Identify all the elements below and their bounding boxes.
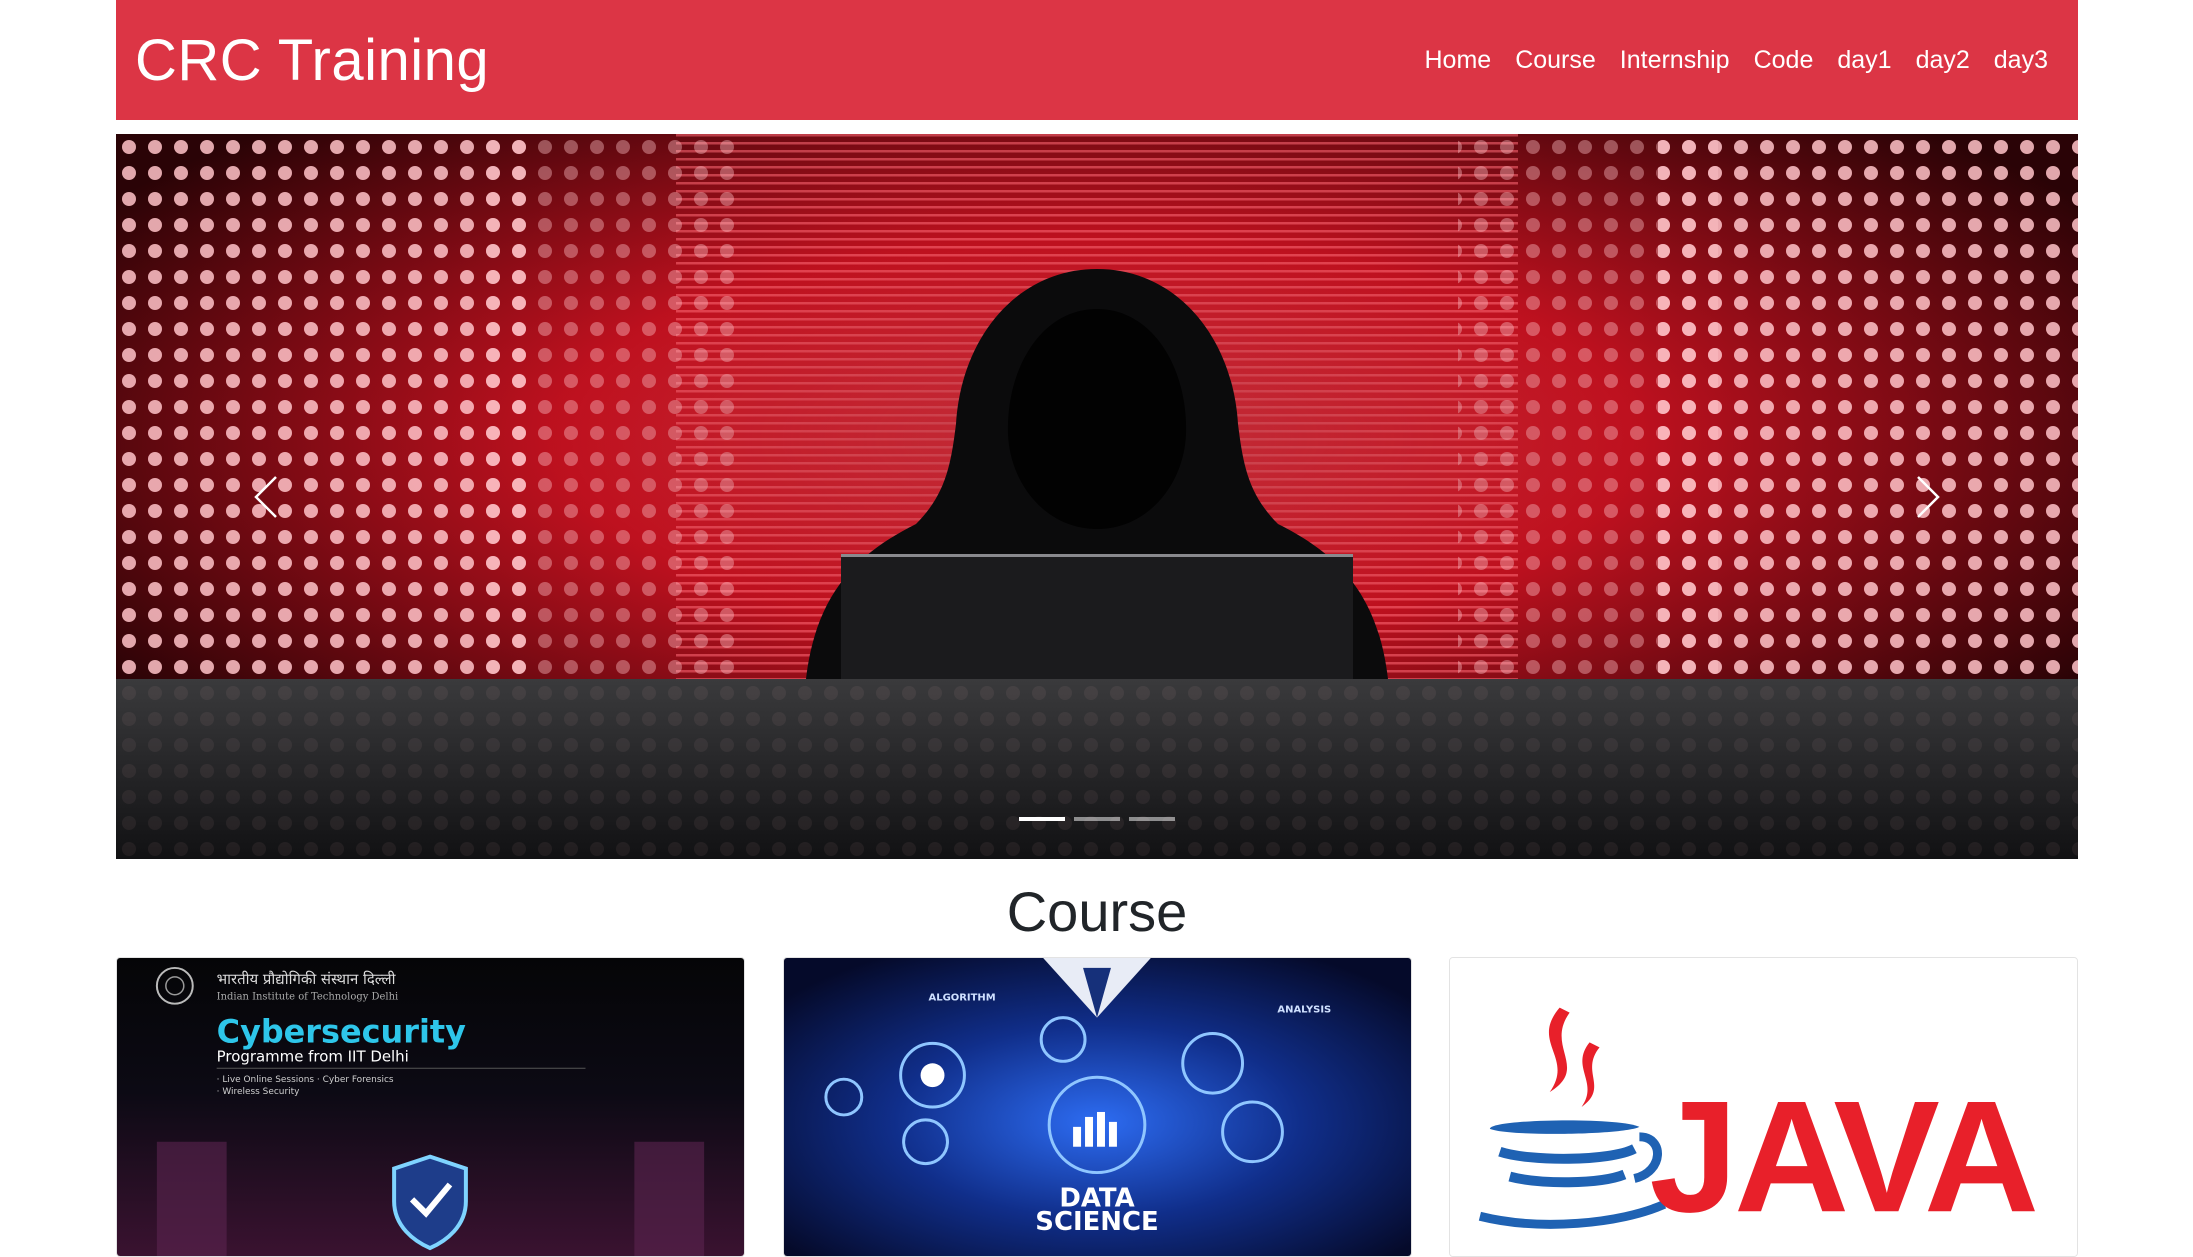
data-science-image: ALGORITHM ANALYSIS DATA SCIENCE	[783, 958, 1411, 1256]
chevron-left-icon	[254, 475, 277, 518]
java-title-text: JAVA	[1649, 1068, 2035, 1246]
navbar: CRC Training Home Course Internship Code…	[116, 0, 2078, 120]
java-image: JAVA	[1450, 958, 2077, 1256]
carousel-indicators	[116, 817, 2078, 821]
cybersecurity-subtitle-text: Programme from IIT Delhi	[217, 1047, 409, 1065]
carousel-indicator-3[interactable]	[1129, 817, 1175, 821]
carousel-indicator-1[interactable]	[1019, 817, 1065, 821]
course-heading: Course	[1006, 880, 1188, 943]
hacker-hero-image	[116, 134, 2078, 859]
course-card-data-science[interactable]: ALGORITHM ANALYSIS DATA SCIENCE	[782, 957, 1412, 1257]
nav-link-home[interactable]: Home	[1425, 46, 1492, 75]
data-science-title-2: SCIENCE	[1035, 1207, 1158, 1237]
nav-link-day2[interactable]: day2	[1916, 46, 1970, 75]
hero-carousel	[116, 134, 2078, 859]
carousel-indicator-2[interactable]	[1074, 817, 1120, 821]
nav-link-course[interactable]: Course	[1515, 46, 1596, 75]
nav-link-day3[interactable]: day3	[1994, 46, 2048, 75]
cybersecurity-bullet-1: · Live Online Sessions · Cyber Forensics	[217, 1075, 394, 1085]
chevron-right-icon	[1917, 475, 1940, 518]
institute-hindi-text: भारतीय प्रौद्योगिकी संस्थान दिल्ली	[217, 970, 397, 988]
nav-link-code[interactable]: Code	[1754, 46, 1814, 75]
carousel-next-button[interactable]	[1823, 134, 2033, 859]
cybersecurity-title-text: Cybersecurity	[217, 1012, 466, 1050]
course-cards: भारतीय प्रौद्योगिकी संस्थान दिल्ली India…	[116, 957, 2078, 1257]
cybersecurity-image: भारतीय प्रौद्योगिकी संस्थान दिल्ली India…	[117, 958, 744, 1256]
nav-link-day1[interactable]: day1	[1837, 46, 1891, 75]
analysis-label: ANALYSIS	[1277, 1005, 1331, 1016]
brand-link[interactable]: CRC Training	[135, 27, 489, 94]
nav-links: Home Course Internship Code day1 day2 da…	[1401, 46, 2049, 75]
institute-name-text: Indian Institute of Technology Delhi	[217, 992, 399, 1003]
course-card-cybersecurity[interactable]: भारतीय प्रौद्योगिकी संस्थान दिल्ली India…	[116, 957, 745, 1257]
course-card-java[interactable]: JAVA	[1449, 957, 2078, 1257]
nav-link-internship[interactable]: Internship	[1620, 46, 1730, 75]
algorithm-label: ALGORITHM	[928, 993, 995, 1004]
carousel-prev-button[interactable]	[161, 134, 371, 859]
cybersecurity-bullet-2: · Wireless Security	[217, 1087, 300, 1097]
